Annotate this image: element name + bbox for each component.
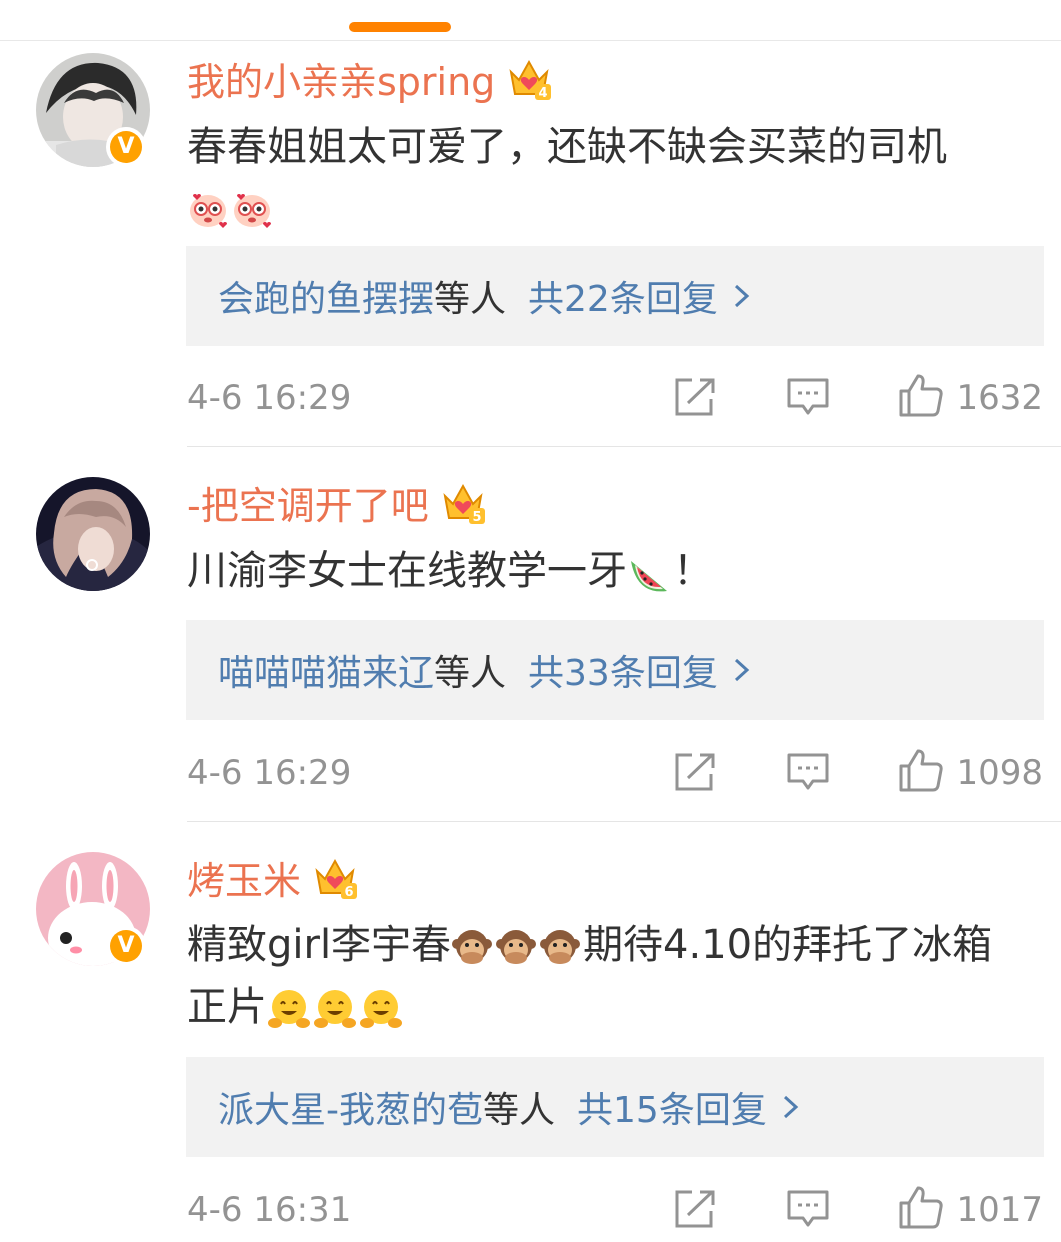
username[interactable]: -把空调开了吧: [187, 475, 429, 530]
speak-no-evil-monkey-emoji-icon: [452, 930, 493, 964]
sheet-drag-handle[interactable]: [349, 22, 451, 32]
share-icon[interactable]: [674, 752, 716, 792]
username[interactable]: 我的小亲亲spring: [187, 51, 495, 106]
like-icon[interactable]: [898, 372, 944, 418]
username[interactable]: 烤玉米: [187, 850, 301, 905]
reply-users[interactable]: 喵喵喵猫来辽: [218, 653, 434, 694]
hugging-face-emoji-icon: [268, 990, 310, 1028]
comment-icon[interactable]: [786, 377, 830, 417]
comment-text-before: 川渝李女士在线教学一牙: [187, 548, 627, 594]
crown-level-icon: 5: [443, 483, 485, 525]
divider: [0, 40, 1061, 41]
smitten-emoji-icon: [234, 194, 271, 228]
replies-preview[interactable]: 喵喵喵猫来辽等人 共33条回复: [186, 620, 1044, 720]
comment-text-line: 春春姐姐太可爱了，还缺不缺会买菜的司机: [187, 124, 947, 170]
verified-badge: V: [106, 926, 146, 966]
svg-text:6: 6: [344, 885, 353, 900]
speak-no-evil-monkey-emoji-icon: [496, 930, 537, 964]
comment-time: 4-6 16:31: [187, 1190, 352, 1230]
watermelon-emoji-icon: [631, 561, 667, 592]
speak-no-evil-monkey-emoji-icon: [540, 930, 581, 964]
like-count: 1098: [956, 753, 1043, 793]
like-icon[interactable]: [898, 747, 944, 793]
svg-text:5: 5: [472, 510, 481, 525]
verified-v-icon: V: [110, 131, 142, 163]
comment-text: 春春姐姐太可爱了，还缺不缺会买菜的司机: [187, 116, 1037, 178]
reply-users[interactable]: 会跑的鱼摆摆: [218, 279, 434, 320]
comment-time: 4-6 16:29: [187, 378, 352, 418]
like-icon[interactable]: [898, 1184, 944, 1230]
like-count: 1017: [956, 1190, 1043, 1230]
reply-mid-text: 等人: [434, 279, 507, 320]
share-icon[interactable]: [674, 377, 716, 417]
chevron-right-icon: [783, 1095, 799, 1119]
comment-time: 4-6 16:29: [187, 753, 352, 793]
smitten-emoji-icon: [190, 194, 227, 228]
avatar[interactable]: [36, 477, 150, 591]
crown-level-icon: 6: [315, 858, 358, 900]
comment-text-after: ！: [673, 548, 713, 594]
crown-level-icon: 4: [509, 59, 552, 101]
reply-mid-text: 等人: [434, 653, 507, 694]
reply-users[interactable]: 派大星-我葱的苞: [218, 1090, 483, 1131]
comment-text-after: 期待4.10的拜托了冰箱: [583, 922, 993, 968]
reply-total[interactable]: 共15条回复: [577, 1090, 767, 1131]
name-row: 我的小亲亲spring 4: [187, 51, 553, 106]
share-icon[interactable]: [674, 1189, 716, 1229]
hugging-face-emoji-icon: [314, 990, 356, 1028]
name-row: 烤玉米 6: [187, 850, 359, 905]
comment-text-line2: 正片: [187, 984, 267, 1030]
reply-total[interactable]: 共33条回复: [528, 653, 718, 694]
chevron-right-icon: [734, 284, 750, 308]
comment-icon[interactable]: [786, 1189, 830, 1229]
chevron-right-icon: [734, 658, 750, 682]
reply-mid-text: 等人: [483, 1090, 556, 1131]
name-row: -把空调开了吧 5: [187, 475, 487, 530]
comment-emoji-line: [187, 176, 1037, 228]
divider: [187, 821, 1061, 822]
reply-total[interactable]: 共22条回复: [528, 279, 718, 320]
replies-preview[interactable]: 派大星-我葱的苞等人 共15条回复: [186, 1057, 1044, 1157]
comment-text: 川渝李女士在线教学一牙 ！: [187, 540, 1037, 602]
hugging-face-emoji-icon: [360, 990, 402, 1028]
comment-text-before: 精致girl李宇春: [187, 922, 452, 968]
comment-text: 正片: [187, 976, 1037, 1038]
verified-v-icon: V: [110, 930, 142, 962]
verified-badge: V: [106, 127, 146, 167]
replies-preview[interactable]: 会跑的鱼摆摆等人 共22条回复: [186, 246, 1044, 346]
divider: [187, 446, 1061, 447]
like-count: 1632: [956, 378, 1043, 418]
svg-text:4: 4: [539, 86, 548, 101]
comment-icon[interactable]: [786, 752, 830, 792]
comment-text: 精致girl李宇春 期待4.10的拜托了冰箱: [187, 914, 1037, 976]
